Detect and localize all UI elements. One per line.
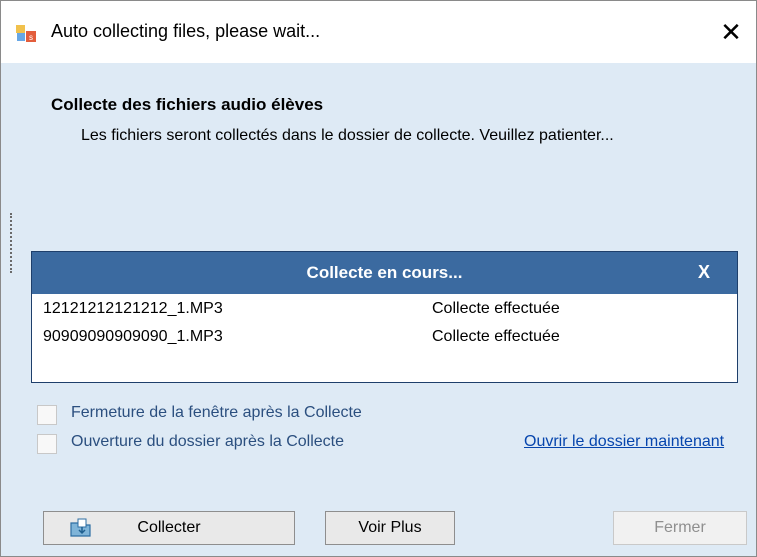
dotted-separator (10, 213, 14, 273)
close-after-checkbox[interactable] (37, 405, 57, 425)
panel-title: Collecte en cours... (306, 263, 463, 282)
close-button[interactable]: Fermer (613, 511, 747, 545)
open-after-label: Ouverture du dossier après la Collecte (71, 433, 345, 450)
close-icon[interactable]: ✕ (711, 15, 751, 49)
close-after-label: Fermeture de la fenêtre après la Collect… (71, 404, 362, 421)
panel-close-button[interactable]: X (698, 262, 710, 283)
collect-button[interactable]: Collecter (43, 511, 295, 545)
app-icon: s (16, 25, 36, 42)
svg-text:s: s (29, 33, 33, 42)
collect-label: Collecter (137, 519, 201, 536)
file-name: 90909090909090_1.MP3 (43, 328, 223, 345)
open-after-checkbox[interactable] (37, 434, 57, 454)
dialog-window: s Auto collecting files, please wait... … (0, 0, 757, 557)
collection-panel: Collecte en cours... X 12121212121212_1.… (31, 251, 738, 383)
open-folder-now-link[interactable]: Ouvrir le dossier maintenant (524, 433, 724, 451)
file-list: 12121212121212_1.MP3 Collecte effectuée … (32, 294, 737, 350)
list-item: 12121212121212_1.MP3 Collecte effectuée (32, 294, 737, 322)
dialog-heading: Collecte des fichiers audio élèves (51, 95, 324, 114)
window-title: Auto collecting files, please wait... (51, 21, 321, 41)
dialog-body: Collecte des fichiers audio élèves Les f… (1, 63, 756, 556)
panel-header: Collecte en cours... X (32, 252, 737, 294)
file-name: 12121212121212_1.MP3 (43, 300, 223, 317)
folder-icon (70, 518, 91, 537)
file-status: Collecte effectuée (432, 300, 560, 317)
dialog-subheading: Les fichiers seront collectés dans le do… (81, 127, 614, 144)
title-bar: s Auto collecting files, please wait... … (1, 1, 756, 63)
see-more-button[interactable]: Voir Plus (325, 511, 455, 545)
list-item: 90909090909090_1.MP3 Collecte effectuée (32, 322, 737, 350)
file-status: Collecte effectuée (432, 328, 560, 345)
